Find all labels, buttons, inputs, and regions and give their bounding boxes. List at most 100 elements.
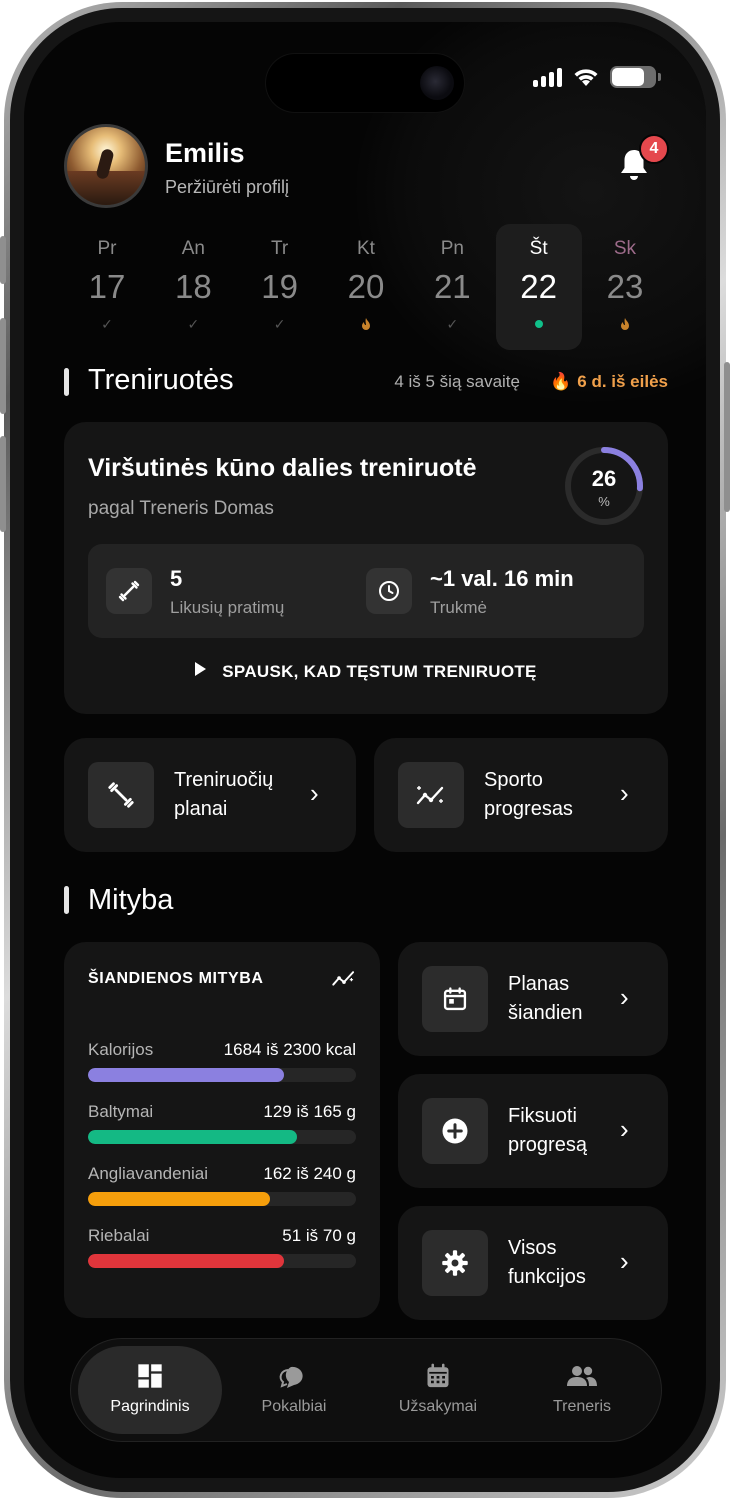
continue-label: SPAUSK, KAD TĘSTUM TRENIRUOTĘ [222, 662, 537, 681]
nutrient-progress-fill [88, 1130, 298, 1144]
day-name: An [181, 238, 205, 259]
chat-bubbles-icon [279, 1366, 303, 1388]
workout-title: Viršutinės kūno dalies treniruotė [88, 454, 477, 482]
day-name: Kt [357, 238, 375, 259]
day-name: Št [529, 238, 548, 259]
nav-trainer[interactable]: Treneris [510, 1362, 654, 1416]
people-icon [567, 1366, 597, 1386]
streak-badge: 🔥 6 d. iš eilės [550, 372, 668, 392]
nutrient-value: 129 iš 165 g [263, 1102, 356, 1121]
chevron-right-icon: › [620, 982, 629, 1012]
track-progress-label: Fiksuoti progresą [508, 1105, 587, 1156]
dumbbell-icon [88, 762, 154, 828]
action-button [0, 236, 6, 284]
phone-screen: Emilis Peržiūrėti profilį 4 Pr 17 ✓ An 18 ✓ Tr… [24, 22, 706, 1478]
dumbbell-icon [106, 568, 152, 614]
workout-plans-label: Treniruočių planai [174, 769, 274, 820]
nav-chats[interactable]: Pokalbiai [222, 1362, 366, 1416]
workout-trainer: pagal Treneris Domas [88, 498, 274, 519]
nutrient-progress-track [88, 1192, 356, 1206]
nutrient-label: Baltymai [88, 1102, 154, 1121]
nutrient-progress-track [88, 1068, 356, 1082]
chevron-right-icon: › [620, 1246, 629, 1276]
day-number: 20 [347, 268, 385, 305]
streak-text: 6 d. iš eilės [577, 372, 668, 391]
duration-value: ~1 val. 16 min [430, 566, 574, 591]
day-22[interactable]: Št 22 [495, 224, 582, 350]
nav-trainer-label: Treneris [552, 1398, 612, 1415]
nav-orders-label: Užsakymai [398, 1398, 478, 1415]
section-marker [64, 368, 69, 396]
volume-down-button [0, 436, 6, 532]
chevron-right-icon: › [620, 1114, 629, 1144]
nav-orders[interactable]: Užsakymai [366, 1362, 510, 1416]
trend-chart-icon[interactable] [330, 966, 358, 990]
all-features-label: Visos funkcijos [508, 1237, 586, 1288]
day-number: 21 [433, 268, 471, 305]
day-number: 19 [261, 268, 299, 305]
nutrient-label: Kalorijos [88, 1040, 154, 1059]
nutrient-label: Riebalai [88, 1226, 150, 1245]
day-number: 23 [606, 268, 644, 305]
section-title-nutrition: Mityba [88, 884, 174, 916]
wifi-icon [574, 69, 598, 86]
check-icon: ✓ [101, 315, 113, 332]
day-18[interactable]: An 18 ✓ [150, 224, 236, 350]
check-icon: ✓ [273, 315, 286, 332]
continue-workout-button[interactable]: SPAUSK, KAD TĘSTUM TRENIRUOTĘ [88, 662, 644, 682]
notification-badge: 4 [639, 134, 669, 164]
camera-icon [420, 66, 454, 100]
week-calendar: Pr 17 ✓ An 18 ✓ Tr 19 ✓ Kt 20 Pn 21 ✓ Št 22 Sk 23 [64, 224, 668, 350]
gear-icon [422, 1230, 488, 1296]
volume-up-button [0, 318, 6, 414]
nutrient-value: 1684 iš 2300 kcal [223, 1040, 356, 1059]
status-bar [533, 66, 661, 88]
nutrient-progress-fill [88, 1254, 284, 1268]
check-icon: ✓ [187, 315, 200, 332]
nutrient-value: 51 iš 70 g [282, 1226, 356, 1245]
day-17[interactable]: Pr 17 ✓ [64, 224, 150, 350]
nutrient-label: Angliavandeniai [88, 1164, 209, 1183]
nav-home-label: Pagrindinis [110, 1398, 190, 1415]
day-20[interactable]: Kt 20 [323, 224, 409, 350]
day-19[interactable]: Tr 19 ✓ [237, 224, 323, 350]
calendar-icon [422, 966, 488, 1032]
section-marker [64, 886, 69, 914]
play-icon [195, 662, 207, 676]
signal-icon [533, 67, 562, 87]
chevron-right-icon: › [310, 778, 319, 808]
avatar[interactable] [64, 124, 148, 208]
flame-icon [359, 316, 373, 332]
user-name[interactable]: Emilis [165, 138, 245, 169]
nutrient-value: 162 iš 240 g [263, 1164, 356, 1183]
view-profile-link[interactable]: Peržiūrėti profilį [165, 177, 289, 198]
nutrient-progress-fill [88, 1068, 284, 1082]
day-name: Pr [97, 238, 117, 259]
chevron-right-icon: › [620, 778, 629, 808]
today-dot [534, 316, 543, 332]
sport-progress-label: Sporto progresas [484, 769, 573, 820]
power-button [724, 362, 730, 512]
battery-icon [610, 66, 661, 88]
section-title-workouts: Treniruotės [88, 364, 234, 396]
day-number: 17 [88, 268, 126, 305]
clock-icon [366, 568, 412, 614]
progress-value: 26 [591, 466, 617, 491]
exercises-remaining-label: Likusių pratimų [170, 598, 285, 617]
day-name: Sk [613, 238, 637, 259]
plan-today-label: Planas šiandien [508, 973, 583, 1024]
day-21[interactable]: Pn 21 ✓ [409, 224, 495, 350]
flame-icon: 🔥 [550, 372, 572, 391]
day-name: Pn [440, 238, 464, 259]
day-number: 18 [174, 268, 212, 305]
weekly-progress-text: 4 iš 5 šią savaitę [394, 372, 520, 391]
nutrient-progress-track [88, 1254, 356, 1268]
day-name: Tr [271, 238, 289, 259]
nav-home[interactable]: Pagrindinis [78, 1362, 222, 1416]
day-23[interactable]: Sk 23 [582, 224, 668, 350]
daily-nutrition-title: ŠIANDIENOS MITYBA [88, 970, 264, 987]
progress-unit: % [598, 494, 610, 509]
nutrient-progress-fill [88, 1192, 271, 1206]
nutrient-progress-track [88, 1130, 356, 1144]
flame-icon [618, 316, 632, 332]
